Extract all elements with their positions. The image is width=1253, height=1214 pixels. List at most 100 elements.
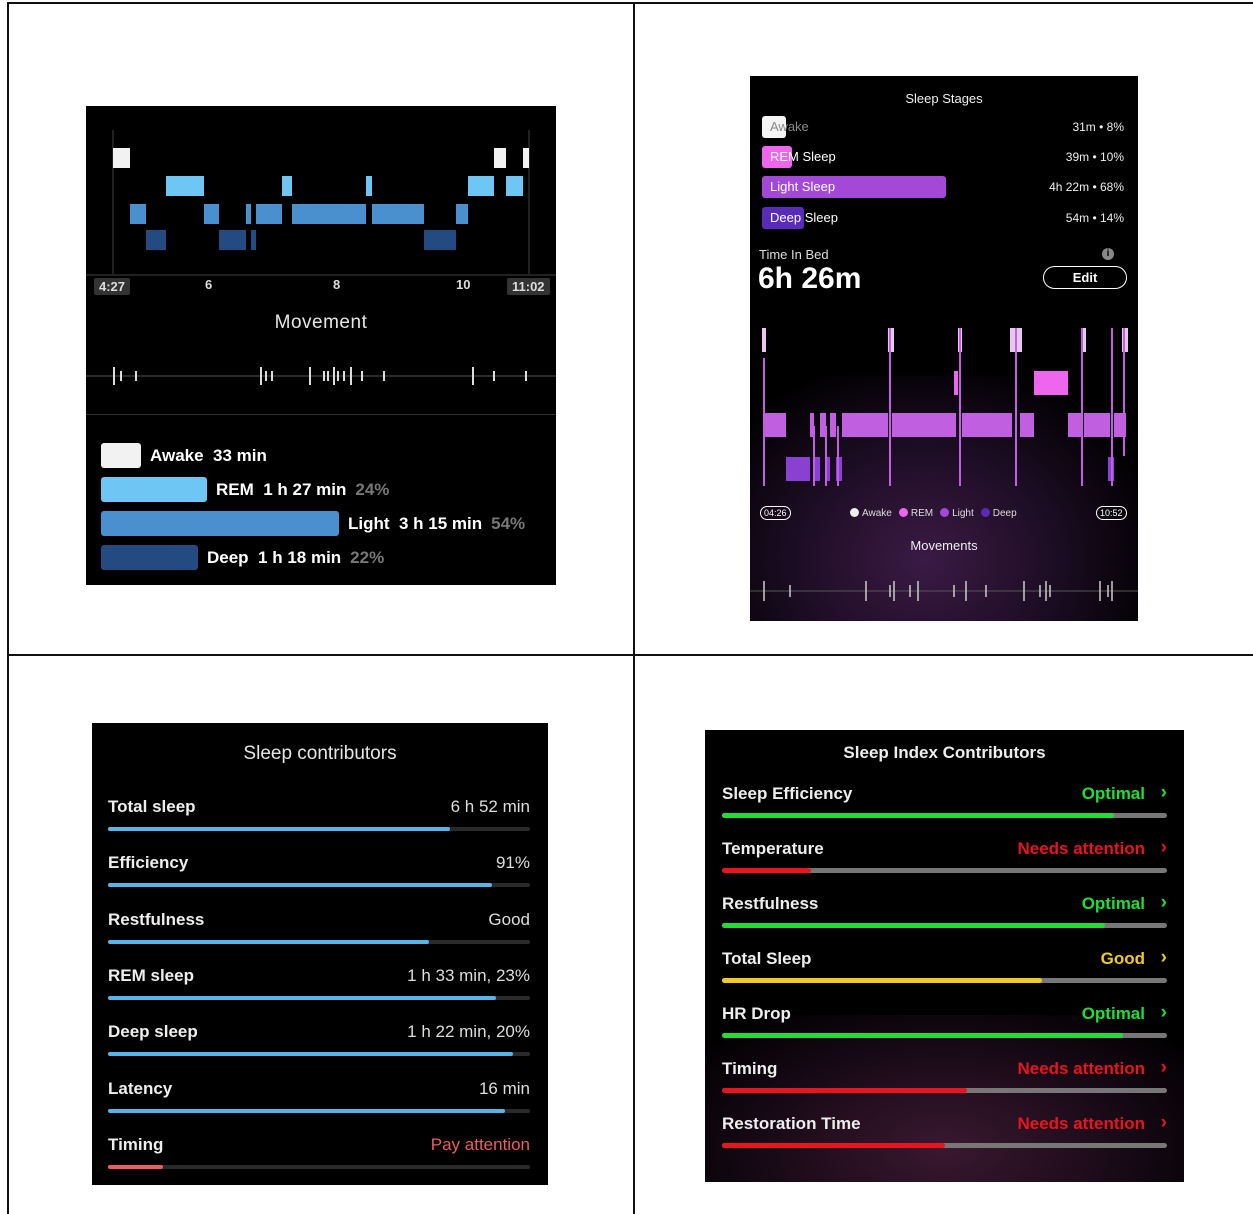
- hypnogram-segment: [292, 204, 318, 224]
- hour-tick-10: 10: [456, 277, 471, 292]
- sleep-index-title: Sleep Index Contributors: [843, 743, 1046, 762]
- edit-button[interactable]: Edit: [1043, 266, 1127, 289]
- hypnogram-segment: [954, 371, 958, 395]
- hypnogram-segment: [166, 176, 204, 196]
- grid-border-top: [7, 2, 1253, 4]
- index-contributor-fill: [722, 813, 1114, 818]
- index-contributor-status: Needs attention: [1017, 1114, 1145, 1133]
- contributor-name: Total sleep: [108, 797, 196, 816]
- index-contributor-track: [722, 868, 1167, 873]
- hypnogram-segment: [256, 204, 282, 224]
- contributor-fill: [108, 827, 450, 831]
- index-contributor-status: Optimal: [1081, 1004, 1145, 1023]
- index-contributor-fill: [722, 1088, 967, 1093]
- chevron-right-icon[interactable]: ›: [1161, 1057, 1167, 1079]
- index-contributor-fill: [722, 978, 1043, 983]
- hypnogram-segment: [892, 413, 956, 437]
- contributor-track: [108, 1108, 530, 1113]
- chevron-right-icon[interactable]: ›: [1161, 782, 1167, 804]
- legend-rem: REM: [898, 508, 933, 519]
- index-contributor-status: Needs attention: [1017, 839, 1145, 858]
- hypnogram-segment: [130, 204, 146, 224]
- index-contributor-fill: [722, 1143, 945, 1148]
- contributor-track: [108, 883, 530, 888]
- index-contributor-track: [722, 1143, 1167, 1148]
- info-icon[interactable]: i: [1102, 248, 1114, 260]
- contributor-fill: [108, 883, 493, 888]
- legend-stage: Light: [348, 513, 390, 533]
- legend-duration: 33 min: [213, 445, 267, 465]
- contributor-track: [108, 939, 530, 944]
- stage-label: Awake: [770, 119, 809, 134]
- grid-divider-vertical: [633, 3, 635, 1214]
- stage-value: 54m • 14%: [1065, 211, 1124, 225]
- legend-percent: 24%: [355, 479, 390, 499]
- hypnogram-segment: [372, 204, 424, 224]
- stage-label: Deep Sleep: [770, 210, 838, 225]
- stage-label: REM Sleep: [770, 149, 836, 164]
- hypnogram-segment: [318, 204, 366, 224]
- legend-swatch: [101, 477, 207, 502]
- contributor-fill: [108, 1164, 163, 1169]
- index-contributor-status: Optimal: [1081, 784, 1145, 803]
- legend-duration: 1 h 18 min: [258, 547, 342, 567]
- grid-divider-horizontal: [7, 654, 1253, 656]
- movement-chart: [86, 367, 556, 385]
- index-contributor-name: HR Drop: [722, 1004, 791, 1023]
- hypnogram-segment: [1020, 413, 1034, 437]
- legend-swatch: [101, 443, 141, 468]
- background-glow: [705, 1015, 1184, 1182]
- hypnogram-segment: [830, 413, 836, 437]
- stage-value: 4h 22m • 68%: [1049, 180, 1124, 194]
- index-contributor-status: Needs attention: [1017, 1059, 1145, 1078]
- start-time-label: 4:27: [94, 278, 131, 295]
- movement-chart: [750, 581, 1138, 601]
- contributor-fill: [108, 939, 429, 944]
- index-contributor-track: [722, 1088, 1167, 1093]
- time-in-bed-label: Time In Bed: [759, 247, 829, 262]
- hypnogram-blue: [86, 130, 556, 276]
- hypnogram-segment: [366, 176, 372, 196]
- index-contributor-name: Total Sleep: [722, 949, 812, 968]
- index-contributor-name: Restfulness: [722, 894, 819, 913]
- chevron-right-icon[interactable]: ›: [1161, 947, 1167, 969]
- chevron-right-icon[interactable]: ›: [1161, 892, 1167, 914]
- hypnogram-segment: [219, 230, 246, 250]
- end-time-pill: 10:52: [1096, 506, 1127, 520]
- contributor-value: 6 h 52 min: [450, 797, 530, 816]
- hypnogram-segment: [842, 413, 888, 437]
- chevron-right-icon[interactable]: ›: [1161, 1112, 1167, 1134]
- index-contributor-fill: [722, 1033, 1123, 1038]
- legend-deep: Deep: [980, 508, 1017, 519]
- chevron-right-icon[interactable]: ›: [1161, 837, 1167, 859]
- hypnogram-segment: [786, 457, 810, 481]
- chevron-right-icon[interactable]: ›: [1161, 1002, 1167, 1024]
- hypnogram-segment: [506, 176, 523, 196]
- time-in-bed-value: 6h 26m: [758, 262, 862, 295]
- index-contributor-track: [722, 923, 1167, 928]
- legend-rem: REM 1 h 27 min 24%: [101, 477, 389, 502]
- hypnogram-segment: [282, 176, 292, 196]
- index-contributor-fill: [722, 923, 1105, 928]
- legend-percent: 54%: [491, 513, 526, 533]
- legend-awake: Awake: [850, 508, 892, 519]
- sleep-stages-title: Sleep Stages: [905, 91, 983, 106]
- contributor-name: Latency: [108, 1078, 173, 1098]
- legend-light: Light: [940, 508, 974, 519]
- end-time-label: 11:02: [507, 278, 550, 295]
- contributor-value: Good: [488, 909, 530, 929]
- hypnogram-segment: [523, 148, 529, 168]
- hypnogram-segment: [204, 204, 219, 224]
- hypnogram-segment: [494, 148, 506, 168]
- index-contributor-name: Temperature: [722, 839, 824, 858]
- index-contributor-status: Optimal: [1081, 894, 1145, 913]
- hypnogram-segment: [456, 204, 468, 224]
- stage-row-awake: Awake 31m • 8%: [762, 116, 1124, 138]
- movements-title: Movements: [910, 538, 978, 553]
- contributor-fill: [108, 1052, 514, 1057]
- contributor-track: [108, 1052, 530, 1057]
- index-contributor-track: [722, 978, 1167, 983]
- legend-duration: 3 h 15 min: [399, 513, 483, 533]
- stage-row-light: Light Sleep 4h 22m • 68%: [762, 176, 1124, 198]
- contributor-name: Restfulness: [108, 909, 205, 929]
